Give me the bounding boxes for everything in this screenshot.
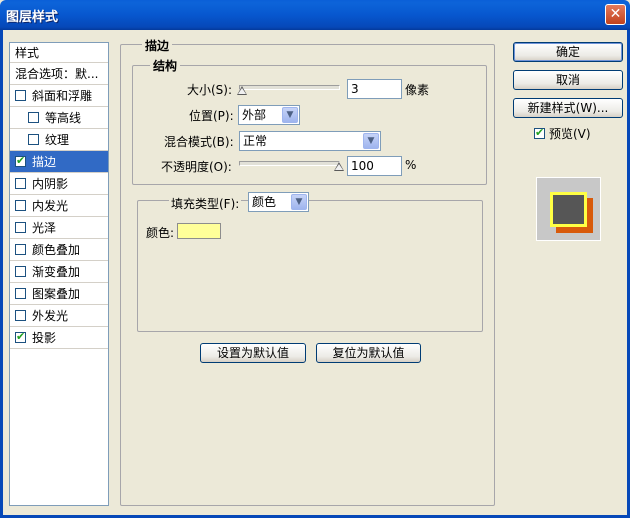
style-checkbox[interactable] — [15, 178, 26, 189]
position-label: 位置(P): — [189, 109, 234, 123]
size-label: 大小(S): — [187, 83, 233, 97]
preview-layer-thumbnail — [550, 192, 587, 227]
style-list: 样式 混合选项：默... 斜面和浮雕等高线纹理描边内阴影内发光光泽颜色叠加渐变叠… — [9, 42, 109, 506]
style-list-item-label: 内阴影 — [32, 177, 69, 191]
style-list-header[interactable]: 样式 — [10, 43, 108, 63]
size-input[interactable]: 3 — [347, 79, 402, 99]
size-slider-thumb[interactable] — [237, 86, 247, 95]
color-label: 颜色: — [146, 226, 175, 240]
chevron-down-icon[interactable]: ▼ — [291, 194, 307, 210]
style-list-item[interactable]: 图案叠加 — [10, 283, 108, 305]
style-checkbox[interactable] — [15, 90, 26, 101]
style-list-item-label: 渐变叠加 — [32, 265, 81, 279]
blend-options-item[interactable]: 混合选项：默... — [10, 63, 108, 85]
style-list-item[interactable]: 内发光 — [10, 195, 108, 217]
preview-checkbox[interactable] — [534, 126, 545, 139]
style-list-item[interactable]: 外发光 — [10, 305, 108, 327]
style-list-item-label: 等高线 — [45, 111, 82, 125]
style-checkbox[interactable] — [15, 266, 26, 277]
close-icon[interactable]: ✕ — [605, 4, 626, 25]
style-list-item-label: 颜色叠加 — [32, 243, 81, 257]
style-checkbox[interactable] — [15, 310, 26, 321]
style-list-item[interactable]: 描边 — [10, 151, 108, 173]
style-checkbox[interactable] — [15, 154, 26, 167]
size-slider[interactable] — [239, 85, 340, 90]
style-list-item-label: 图案叠加 — [32, 287, 81, 301]
blend-mode-label: 混合模式(B): — [164, 135, 234, 149]
new-style-button[interactable]: 新建样式(W)... — [513, 98, 623, 118]
style-list-item[interactable]: 纹理 — [10, 129, 108, 151]
color-swatch[interactable] — [177, 223, 221, 239]
size-unit: 像素 — [405, 83, 430, 97]
style-list-item[interactable]: 光泽 — [10, 217, 108, 239]
style-checkbox[interactable] — [15, 200, 26, 211]
style-list-item-label: 内发光 — [32, 199, 69, 213]
style-list-item-label: 斜面和浮雕 — [32, 89, 93, 103]
style-preview — [536, 177, 601, 241]
fill-type-label: 填充类型(F): — [169, 195, 242, 212]
window-title: 图层样式 — [6, 10, 59, 25]
opacity-slider-thumb[interactable] — [334, 162, 344, 171]
dialog-body: 样式 混合选项：默... 斜面和浮雕等高线纹理描边内阴影内发光光泽颜色叠加渐变叠… — [0, 30, 630, 518]
stroke-group-title: 描边 — [142, 37, 173, 54]
style-list-item[interactable]: 等高线 — [10, 107, 108, 129]
style-list-item-label: 纹理 — [45, 133, 70, 147]
chevron-down-icon[interactable]: ▼ — [282, 107, 298, 123]
blend-mode-select[interactable]: 正常 ▼ — [239, 131, 381, 151]
style-list-item[interactable]: 内阴影 — [10, 173, 108, 195]
opacity-input[interactable]: 100 — [347, 156, 402, 176]
style-checkbox[interactable] — [15, 222, 26, 233]
style-list-item-label: 描边 — [32, 155, 57, 169]
opacity-unit: % — [405, 158, 417, 172]
style-list-item[interactable]: 斜面和浮雕 — [10, 85, 108, 107]
reset-default-button[interactable]: 复位为默认值 — [316, 343, 421, 363]
style-checkbox[interactable] — [15, 288, 26, 299]
style-list-item[interactable]: 颜色叠加 — [10, 239, 108, 261]
opacity-label: 不透明度(O): — [161, 160, 232, 174]
chevron-down-icon[interactable]: ▼ — [363, 133, 379, 149]
title-bar: 图层样式 ✕ — [0, 0, 630, 30]
ok-button[interactable]: 确定 — [513, 42, 623, 62]
style-list-item-label: 投影 — [32, 331, 57, 345]
style-list-item-label: 光泽 — [32, 221, 57, 235]
fill-group — [137, 200, 483, 332]
style-list-item[interactable]: 渐变叠加 — [10, 261, 108, 283]
style-list-item-label: 外发光 — [32, 309, 69, 323]
style-checkbox[interactable] — [15, 244, 26, 255]
structure-group-title: 结构 — [150, 57, 181, 74]
fill-type-select[interactable]: 颜色 ▼ — [248, 192, 309, 212]
cancel-button[interactable]: 取消 — [513, 70, 623, 90]
opacity-slider[interactable] — [239, 161, 340, 166]
style-checkbox[interactable] — [28, 134, 39, 145]
style-list-item[interactable]: 投影 — [10, 327, 108, 349]
preview-label: 预览(V) — [549, 127, 591, 141]
style-checkbox[interactable] — [15, 330, 26, 343]
preview-checkbox-row[interactable]: 预览(V) — [534, 125, 591, 142]
set-default-button[interactable]: 设置为默认值 — [200, 343, 306, 363]
position-select[interactable]: 外部 ▼ — [238, 105, 300, 125]
style-checkbox[interactable] — [28, 112, 39, 123]
